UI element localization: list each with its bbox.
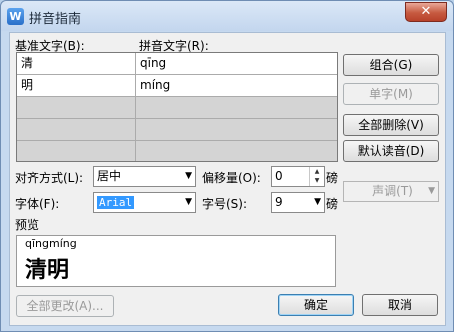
size-value: 9 bbox=[275, 195, 283, 209]
base-cell[interactable]: 明 bbox=[17, 75, 135, 96]
preview-box: qīngmíng 清明 bbox=[16, 235, 336, 287]
tone-select[interactable]: 声调(T) ▼ bbox=[343, 181, 439, 202]
close-icon: ✕ bbox=[420, 4, 432, 19]
font-value: Arial bbox=[97, 196, 135, 209]
title-bar[interactable]: W 拼音指南 ✕ bbox=[1, 1, 453, 31]
base-cell[interactable]: 清 bbox=[17, 53, 135, 74]
pinyin-cell[interactable]: qīng bbox=[136, 53, 337, 74]
dialog-body: 基准文字(B): 拼音文字(R): 清 qīng 明 míng 组合(G) 单字… bbox=[9, 32, 446, 326]
chevron-down-icon: ▼ bbox=[185, 197, 192, 207]
tone-value: 声调(T) bbox=[372, 184, 413, 198]
size-select[interactable]: 9 ▼ bbox=[271, 192, 325, 213]
combine-button[interactable]: 组合(G) bbox=[343, 54, 439, 76]
dialog-title: 拼音指南 bbox=[29, 12, 82, 27]
chevron-down-icon: ▼ bbox=[314, 197, 321, 207]
base-cell bbox=[17, 119, 135, 140]
spin-arrows-icon[interactable]: ▲ ▼ bbox=[309, 167, 324, 186]
chevron-down-icon: ▼ bbox=[185, 171, 192, 181]
cancel-button[interactable]: 取消 bbox=[362, 294, 438, 316]
single-char-button[interactable]: 单字(M) bbox=[343, 83, 439, 105]
preview-label: 预览 bbox=[15, 218, 40, 232]
change-all-button[interactable]: 全部更改(A)... bbox=[16, 295, 114, 317]
delete-all-button[interactable]: 全部删除(V) bbox=[343, 114, 439, 136]
pinyin-cell bbox=[136, 97, 337, 118]
offset-label: 偏移量(O): bbox=[202, 171, 261, 185]
alignment-value: 居中 bbox=[97, 169, 122, 183]
pinyin-table: 清 qīng 明 míng bbox=[16, 52, 338, 162]
pinyin-cell[interactable]: míng bbox=[136, 75, 337, 96]
wps-app-icon: W bbox=[7, 8, 24, 25]
chevron-down-icon: ▼ bbox=[428, 186, 435, 196]
size-unit: 磅 bbox=[326, 197, 339, 211]
pinyin-guide-dialog: W 拼音指南 ✕ 基准文字(B): 拼音文字(R): 清 qīng 明 míng… bbox=[0, 0, 454, 332]
close-button[interactable]: ✕ bbox=[405, 2, 447, 22]
alignment-label: 对齐方式(L): bbox=[15, 171, 84, 185]
default-reading-button[interactable]: 默认读音(D) bbox=[343, 140, 439, 162]
size-label: 字号(S): bbox=[202, 197, 248, 211]
offset-unit: 磅 bbox=[326, 171, 339, 185]
font-select[interactable]: Arial ▼ bbox=[93, 192, 196, 213]
font-label: 字体(F): bbox=[15, 197, 60, 211]
pinyin-cell bbox=[136, 119, 337, 140]
offset-value: 0 bbox=[275, 169, 283, 183]
alignment-select[interactable]: 居中 ▼ bbox=[93, 166, 196, 187]
ok-button[interactable]: 确定 bbox=[278, 294, 354, 316]
offset-spinner[interactable]: 0 ▲ ▼ bbox=[271, 166, 325, 187]
pinyin-cell bbox=[136, 141, 337, 161]
preview-text: 清明 bbox=[25, 258, 70, 283]
base-cell bbox=[17, 97, 135, 118]
base-cell bbox=[17, 141, 135, 161]
preview-pinyin: qīngmíng bbox=[25, 237, 77, 250]
